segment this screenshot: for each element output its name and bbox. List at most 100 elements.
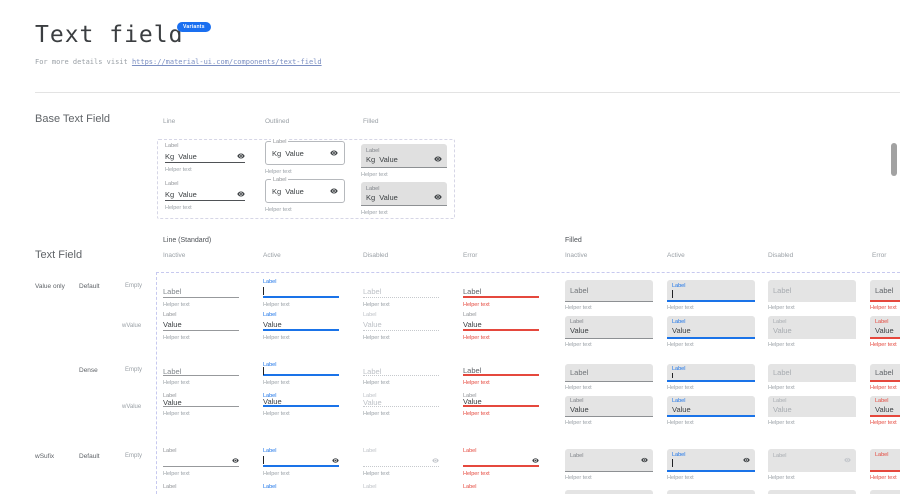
input-area[interactable]: Value: [163, 319, 239, 331]
visibility-icon[interactable]: [743, 456, 750, 463]
input-area[interactable]: Value: [463, 398, 539, 407]
floating-label: Label: [163, 312, 239, 319]
input-area[interactable]: LabelValue: [565, 396, 653, 417]
input-area[interactable]: LabelValue: [870, 316, 900, 339]
variant-default: Default: [79, 283, 100, 290]
helper-text: Helper text: [565, 342, 653, 348]
tf-filled-active-value: LabelValue Helper text: [667, 316, 755, 348]
variants-badge: Variants: [177, 22, 211, 32]
input-area[interactable]: Label: [463, 286, 539, 298]
placeholder-label: Label: [570, 368, 648, 377]
helper-text: Helper text: [163, 302, 239, 308]
input-area[interactable]: Label: [870, 280, 900, 302]
input-area[interactable]: LabelKgValue: [265, 179, 345, 203]
input-area[interactable]: Label: [565, 280, 653, 302]
visibility-icon: [432, 457, 439, 464]
input-area[interactable]: LabelKgValue: [265, 141, 345, 165]
input-area[interactable]: KgValue: [165, 150, 245, 163]
visibility-icon[interactable]: [237, 190, 245, 198]
tf-line-suffix-inactive-value: Label: [163, 484, 239, 494]
input-area[interactable]: [870, 490, 900, 494]
helper-text: Helper text: [565, 385, 653, 391]
input-area[interactable]: Value: [263, 398, 339, 407]
placeholder-label: Label: [363, 367, 381, 376]
input-area[interactable]: [163, 455, 239, 467]
input-area[interactable]: Label: [163, 367, 239, 376]
input-area[interactable]: [565, 490, 653, 494]
visibility-icon[interactable]: [434, 155, 442, 163]
helper-text: Helper text: [165, 167, 245, 173]
helper-text: Helper text: [361, 210, 447, 216]
helper-text: Helper text: [870, 385, 900, 391]
input-area[interactable]: Label: [667, 280, 755, 302]
input-area[interactable]: Label: [565, 449, 653, 472]
input-area[interactable]: KgValue: [165, 188, 245, 201]
input-area[interactable]: LabelValue: [565, 316, 653, 339]
prefix: Kg: [366, 193, 375, 202]
scrollbar-thumb[interactable]: [891, 143, 897, 176]
input-area[interactable]: Label: [463, 367, 539, 376]
docs-link[interactable]: https://material-ui.com/components/text-…: [132, 58, 322, 66]
row-wvalue: wValue: [122, 404, 141, 410]
tf-filled-suffix-active-empty: Label Helper text: [667, 449, 755, 481]
input-area[interactable]: Label: [667, 449, 755, 472]
tf-filled-suffix-active-value: [667, 490, 755, 494]
visibility-icon[interactable]: [434, 193, 442, 201]
tf-filled-dense-disabled-value: LabelValue Helper text: [768, 396, 856, 426]
input-area[interactable]: [667, 490, 755, 494]
input-area[interactable]: [463, 455, 539, 467]
input-area[interactable]: Value: [163, 398, 239, 407]
visibility-icon[interactable]: [330, 149, 338, 157]
floating-label: Label: [773, 398, 851, 405]
visibility-icon[interactable]: [237, 152, 245, 160]
row-empty: Empty: [125, 453, 142, 459]
input-area[interactable]: Label KgValue: [361, 182, 447, 206]
input-area[interactable]: [263, 286, 339, 298]
tf-line-active-value: Label Value Helper text: [263, 312, 339, 341]
base-outlined-field: LabelKgValue Helper text: [265, 179, 345, 213]
helper-text: Helper text: [667, 475, 755, 481]
input-area[interactable]: Value: [263, 319, 339, 331]
tf-filled-suffix-error-value: [870, 490, 900, 494]
input-area[interactable]: Label: [163, 286, 239, 298]
input-area[interactable]: [263, 367, 339, 376]
tf-line-inactive-empty: Label Helper text: [163, 279, 239, 308]
state-col-active: Active: [667, 252, 685, 259]
input-area[interactable]: LabelValue: [667, 396, 755, 417]
floating-label: Label: [570, 398, 648, 405]
value-text: Value: [773, 405, 851, 414]
input-area[interactable]: LabelValue: [667, 316, 755, 339]
visibility-icon[interactable]: [641, 457, 648, 464]
group-filled: Filled: [565, 237, 582, 244]
floating-label: Label: [875, 398, 900, 405]
input-area[interactable]: Label: [667, 364, 755, 382]
tf-filled-error-value: LabelValue Helper text: [870, 316, 900, 348]
value-text: Value: [875, 326, 900, 335]
input-area[interactable]: LabelValue: [870, 396, 900, 417]
input-area[interactable]: Label: [870, 364, 900, 382]
tf-filled-suffix-error-empty: Label Helper text: [870, 449, 900, 481]
tf-line-disabled-value: Label Value Helper text: [363, 312, 439, 341]
input-area[interactable]: Label: [870, 449, 900, 472]
input-area[interactable]: Label KgValue: [361, 144, 447, 168]
tf-line-suffix-disabled-empty: Label Helper text: [363, 448, 439, 477]
helper-text: Helper text: [263, 335, 339, 341]
input-area[interactable]: [263, 455, 339, 467]
floating-label: Label: [263, 312, 339, 319]
input-area: LabelValue: [768, 316, 856, 339]
visibility-icon: [844, 457, 851, 464]
value-text: Value: [875, 405, 900, 414]
visibility-icon[interactable]: [330, 187, 338, 195]
visibility-icon[interactable]: [232, 457, 239, 464]
input-area[interactable]: Value: [463, 319, 539, 331]
text-cursor: [672, 290, 673, 298]
visibility-icon[interactable]: [332, 457, 339, 464]
value-text: Value: [570, 326, 648, 335]
helper-text: Helper text: [565, 305, 653, 311]
visibility-icon[interactable]: [532, 457, 539, 464]
input-area[interactable]: Label: [565, 364, 653, 382]
value-text: Value: [163, 398, 182, 407]
tf-filled-dense-inactive-empty: Label Helper text: [565, 364, 653, 391]
placeholder-label: Label: [875, 368, 900, 377]
value-text: Value: [363, 320, 382, 329]
